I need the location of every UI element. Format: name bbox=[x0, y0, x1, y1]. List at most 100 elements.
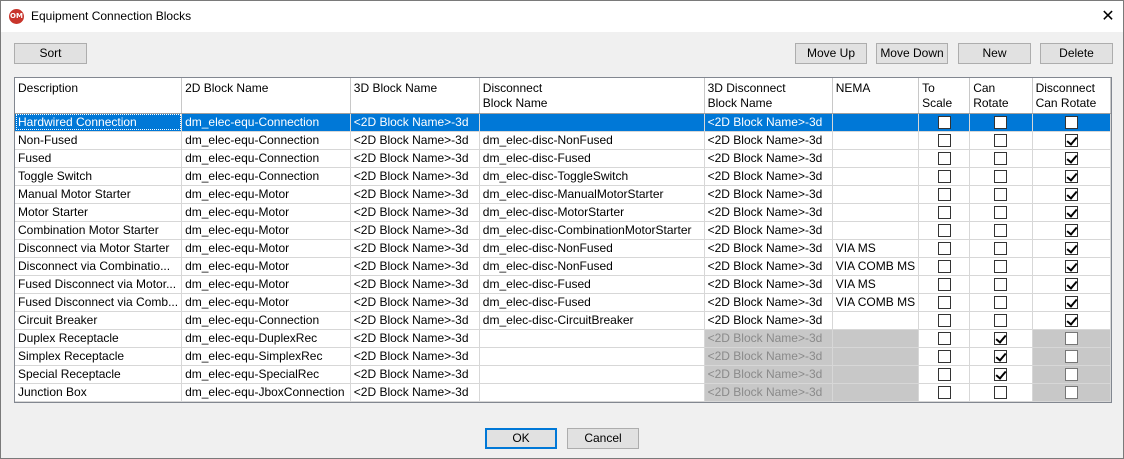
block-2d-cell[interactable]: dm_elec-equ-JboxConnection bbox=[181, 383, 351, 402]
description-cell[interactable]: Fused Disconnect via Motor... bbox=[15, 275, 183, 294]
can-rotate-checkbox[interactable] bbox=[994, 367, 1008, 381]
to-scale-checkbox[interactable] bbox=[937, 349, 951, 363]
description-cell[interactable]: Duplex Receptacle bbox=[15, 329, 183, 348]
table-row[interactable]: Hardwired Connection dm_elec-equ-Connecti… bbox=[15, 113, 1111, 132]
disconnect-can-rotate-checkbox[interactable] bbox=[1064, 115, 1078, 129]
table-row[interactable]: Toggle Switch dm_elec-equ-Connection <2D B… bbox=[15, 167, 1111, 186]
block-2d-cell[interactable]: dm_elec-equ-Motor bbox=[181, 257, 351, 276]
disconnect-can-rotate-checkbox[interactable] bbox=[1064, 169, 1078, 183]
table-row[interactable]: Special Receptacle dm_elec-equ-SpecialRec… bbox=[15, 365, 1111, 384]
disconnect-can-rotate-checkbox[interactable] bbox=[1064, 151, 1078, 165]
block-3d-cell[interactable]: <2D Block Name>-3d bbox=[350, 383, 480, 402]
disconnect-block-cell[interactable] bbox=[479, 383, 705, 402]
block-3d-cell[interactable]: <2D Block Name>-3d bbox=[350, 365, 480, 384]
disconnect-3d-cell[interactable]: <2D Block Name>-3d bbox=[704, 185, 833, 204]
to-scale-checkbox[interactable] bbox=[937, 259, 951, 273]
block-2d-cell[interactable]: dm_elec-equ-Connection bbox=[181, 167, 351, 186]
move-up-button[interactable]: Move Up bbox=[795, 43, 867, 64]
to-scale-checkbox[interactable] bbox=[937, 169, 951, 183]
can-rotate-checkbox[interactable] bbox=[994, 187, 1008, 201]
disconnect-can-rotate-checkbox[interactable] bbox=[1064, 385, 1078, 399]
disconnect-3d-cell[interactable]: <2D Block Name>-3d bbox=[704, 383, 833, 402]
table-row[interactable]: Duplex Receptacle dm_elec-equ-DuplexRec <2… bbox=[15, 329, 1111, 348]
nema-cell[interactable] bbox=[832, 113, 920, 132]
to-scale-checkbox[interactable] bbox=[937, 115, 951, 129]
can-rotate-checkbox[interactable] bbox=[994, 349, 1008, 363]
can-rotate-checkbox[interactable] bbox=[994, 151, 1008, 165]
block-3d-cell[interactable]: <2D Block Name>-3d bbox=[350, 311, 480, 330]
block-2d-cell[interactable]: dm_elec-equ-Motor bbox=[181, 239, 351, 258]
block-2d-cell[interactable]: dm_elec-equ-Connection bbox=[181, 113, 351, 132]
disconnect-3d-cell[interactable]: <2D Block Name>-3d bbox=[704, 131, 833, 150]
block-3d-cell[interactable]: <2D Block Name>-3d bbox=[350, 275, 480, 294]
can-rotate-checkbox[interactable] bbox=[994, 241, 1008, 255]
block-2d-cell[interactable]: dm_elec-equ-Motor bbox=[181, 203, 351, 222]
block-2d-cell[interactable]: dm_elec-equ-Motor bbox=[181, 221, 351, 240]
block-2d-cell[interactable]: dm_elec-equ-SpecialRec bbox=[181, 365, 351, 384]
can-rotate-checkbox[interactable] bbox=[994, 277, 1008, 291]
can-rotate-checkbox[interactable] bbox=[994, 205, 1008, 219]
nema-cell[interactable] bbox=[832, 365, 920, 384]
nema-cell[interactable] bbox=[832, 167, 920, 186]
nema-cell[interactable]: VIA MS bbox=[832, 275, 920, 294]
disconnect-can-rotate-checkbox[interactable] bbox=[1064, 187, 1078, 201]
block-3d-cell[interactable]: <2D Block Name>-3d bbox=[350, 221, 480, 240]
disconnect-3d-cell[interactable]: <2D Block Name>-3d bbox=[704, 149, 833, 168]
description-cell[interactable]: Disconnect via Combinatio... bbox=[15, 257, 183, 276]
to-scale-checkbox[interactable] bbox=[937, 295, 951, 309]
to-scale-checkbox[interactable] bbox=[937, 367, 951, 381]
can-rotate-checkbox[interactable] bbox=[994, 385, 1008, 399]
nema-cell[interactable]: VIA MS bbox=[832, 239, 920, 258]
disconnect-block-cell[interactable]: dm_elec-disc-CircuitBreaker bbox=[479, 311, 705, 330]
can-rotate-checkbox[interactable] bbox=[994, 313, 1008, 327]
disconnect-can-rotate-checkbox[interactable] bbox=[1064, 313, 1078, 327]
nema-cell[interactable]: VIA COMB MS bbox=[832, 293, 920, 312]
disconnect-3d-cell[interactable]: <2D Block Name>-3d bbox=[704, 347, 833, 366]
block-2d-cell[interactable]: dm_elec-equ-Motor bbox=[181, 185, 351, 204]
nema-cell[interactable] bbox=[832, 131, 920, 150]
to-scale-checkbox[interactable] bbox=[937, 241, 951, 255]
col-disconnect-block-header[interactable]: Disconnect Block Name bbox=[479, 78, 705, 114]
disconnect-block-cell[interactable] bbox=[479, 365, 705, 384]
table-row[interactable]: Fused dm_elec-equ-Connection <2D Block Nam… bbox=[15, 149, 1111, 168]
disconnect-block-cell[interactable] bbox=[479, 347, 705, 366]
sort-button[interactable]: Sort bbox=[14, 43, 87, 64]
block-3d-cell[interactable]: <2D Block Name>-3d bbox=[350, 329, 480, 348]
can-rotate-checkbox[interactable] bbox=[994, 115, 1008, 129]
description-cell[interactable]: Special Receptacle bbox=[15, 365, 183, 384]
block-3d-cell[interactable]: <2D Block Name>-3d bbox=[350, 347, 480, 366]
disconnect-3d-cell[interactable]: <2D Block Name>-3d bbox=[704, 311, 833, 330]
table-row[interactable]: Disconnect via Combinatio... dm_elec-equ-… bbox=[15, 257, 1111, 276]
block-3d-cell[interactable]: <2D Block Name>-3d bbox=[350, 293, 480, 312]
block-3d-cell[interactable]: <2D Block Name>-3d bbox=[350, 203, 480, 222]
disconnect-can-rotate-checkbox[interactable] bbox=[1064, 277, 1078, 291]
disconnect-3d-cell[interactable]: <2D Block Name>-3d bbox=[704, 221, 833, 240]
can-rotate-checkbox[interactable] bbox=[994, 295, 1008, 309]
disconnect-can-rotate-checkbox[interactable] bbox=[1064, 331, 1078, 345]
col-nema-header[interactable]: NEMA bbox=[832, 78, 920, 114]
col-to-scale-header[interactable]: To Scale bbox=[918, 78, 971, 114]
disconnect-3d-cell[interactable]: <2D Block Name>-3d bbox=[704, 203, 833, 222]
to-scale-checkbox[interactable] bbox=[937, 187, 951, 201]
table-row[interactable]: Simplex Receptacle dm_elec-equ-SimplexRec… bbox=[15, 347, 1111, 366]
description-cell[interactable]: Disconnect via Motor Starter bbox=[15, 239, 183, 258]
nema-cell[interactable] bbox=[832, 311, 920, 330]
block-2d-cell[interactable]: dm_elec-equ-DuplexRec bbox=[181, 329, 351, 348]
disconnect-3d-cell[interactable]: <2D Block Name>-3d bbox=[704, 365, 833, 384]
disconnect-block-cell[interactable]: dm_elec-disc-Fused bbox=[479, 293, 705, 312]
col-3d-disconnect-block-header[interactable]: 3D Disconnect Block Name bbox=[704, 78, 833, 114]
nema-cell[interactable] bbox=[832, 203, 920, 222]
to-scale-checkbox[interactable] bbox=[937, 331, 951, 345]
disconnect-block-cell[interactable]: dm_elec-disc-ManualMotorStarter bbox=[479, 185, 705, 204]
description-cell[interactable]: Fused Disconnect via Comb... bbox=[15, 293, 183, 312]
col-disconnect-can-rotate-header[interactable]: Disconnect Can Rotate bbox=[1032, 78, 1111, 114]
disconnect-3d-cell[interactable]: <2D Block Name>-3d bbox=[704, 239, 833, 258]
disconnect-can-rotate-checkbox[interactable] bbox=[1064, 349, 1078, 363]
disconnect-can-rotate-checkbox[interactable] bbox=[1064, 241, 1078, 255]
description-cell[interactable]: Toggle Switch bbox=[15, 167, 183, 186]
delete-button[interactable]: Delete bbox=[1040, 43, 1113, 64]
nema-cell[interactable] bbox=[832, 149, 920, 168]
disconnect-can-rotate-checkbox[interactable] bbox=[1064, 133, 1078, 147]
col-can-rotate-header[interactable]: Can Rotate bbox=[969, 78, 1033, 114]
block-2d-cell[interactable]: dm_elec-equ-Connection bbox=[181, 149, 351, 168]
